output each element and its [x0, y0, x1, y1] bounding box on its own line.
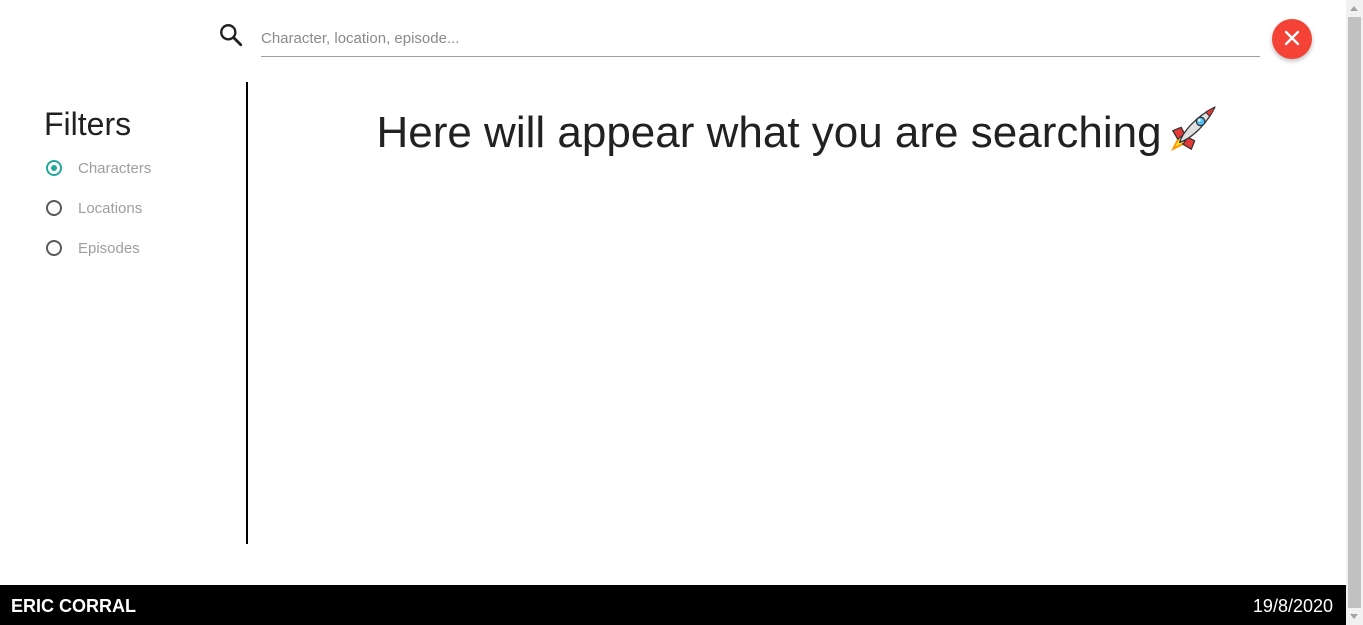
filters-sidebar: Filters Characters Locations Episodes: [0, 82, 248, 544]
search-icon: [218, 22, 244, 48]
footer-author: ERIC CORRAL: [11, 596, 136, 616]
filter-option-characters[interactable]: Characters: [46, 156, 151, 180]
footer-date: 19/8/2020: [1252, 596, 1333, 616]
radio-characters[interactable]: [46, 160, 62, 176]
filters-title: Filters: [44, 106, 132, 142]
rocket-icon: [1166, 102, 1220, 156]
footer: ERIC CORRAL 19/8/2020: [0, 585, 1346, 625]
app-page: Filters Characters Locations Episodes He…: [0, 0, 1363, 625]
filter-option-episodes[interactable]: Episodes: [46, 236, 140, 260]
search-input[interactable]: [261, 20, 1260, 57]
scroll-down-arrow-icon[interactable]: [1350, 614, 1358, 619]
filter-label-episodes: Episodes: [78, 239, 140, 257]
scroll-up-arrow-icon[interactable]: [1350, 6, 1358, 11]
filter-option-locations[interactable]: Locations: [46, 196, 142, 220]
results-placeholder: Here will appear what you are searching: [248, 106, 1348, 162]
filter-label-characters: Characters: [78, 159, 152, 177]
radio-locations[interactable]: [46, 200, 62, 216]
results-placeholder-text: Here will appear what you are searching: [376, 108, 1162, 157]
close-icon: [1284, 30, 1300, 49]
radio-episodes[interactable]: [46, 240, 62, 256]
clear-search-button[interactable]: [1272, 19, 1312, 59]
vertical-scrollbar[interactable]: [1346, 0, 1363, 625]
filter-label-locations: Locations: [78, 199, 143, 217]
scrollbar-thumb[interactable]: [1348, 17, 1361, 608]
